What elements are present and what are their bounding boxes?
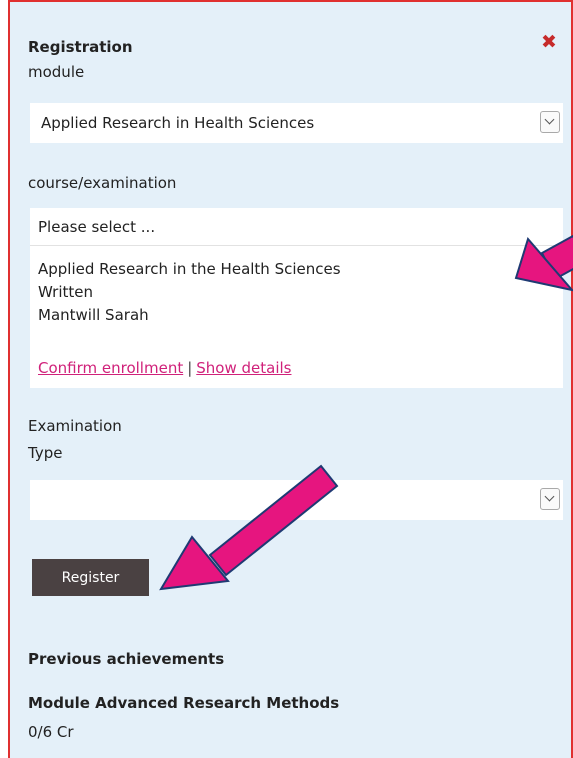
previous-achievements-heading: Previous achievements (28, 650, 225, 668)
registration-panel: Registration ✖ module Applied Research i… (8, 0, 573, 758)
previous-module-credits: 0/6 Cr (28, 723, 74, 741)
panel-title: Registration (28, 38, 133, 56)
course-placeholder: Please select ... (38, 218, 156, 236)
course-select[interactable]: Please select ... (30, 208, 563, 246)
course-lecturer: Mantwill Sarah (38, 306, 149, 324)
previous-module-title: Module Advanced Research Methods (28, 694, 340, 712)
exam-type-label-line1: Examination (28, 417, 122, 435)
course-list: Please select ... Applied Research in th… (30, 208, 563, 388)
chevron-down-icon[interactable] (540, 111, 560, 133)
module-select[interactable]: Applied Research in Health Sciences (30, 103, 563, 143)
exam-type-label-line2: Type (28, 444, 63, 462)
course-label: course/examination (28, 174, 177, 192)
exam-type-select[interactable] (30, 480, 563, 520)
course-links: Confirm enrollment | Show details (38, 359, 291, 377)
close-icon[interactable]: ✖ (541, 31, 557, 53)
register-button[interactable]: Register (32, 559, 149, 596)
confirm-enrollment-link[interactable]: Confirm enrollment (38, 359, 183, 377)
link-separator: | (187, 359, 193, 377)
show-details-link[interactable]: Show details (196, 359, 291, 377)
course-name: Applied Research in the Health Sciences (38, 260, 341, 278)
chevron-down-icon[interactable] (540, 488, 560, 510)
course-exam-form: Written (38, 283, 93, 301)
module-label: module (28, 63, 85, 81)
module-select-value: Applied Research in Health Sciences (41, 114, 315, 132)
